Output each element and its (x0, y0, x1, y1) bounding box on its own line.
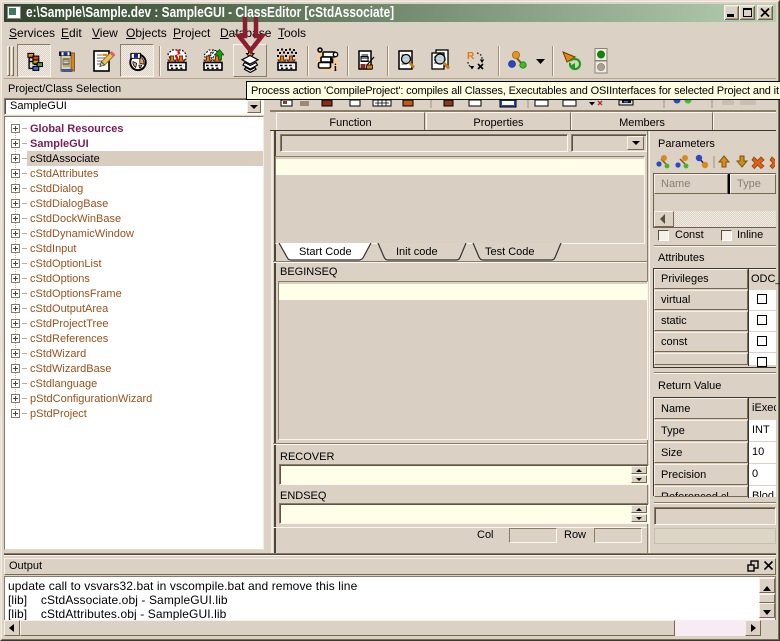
svg-text:i: i (334, 63, 337, 74)
svg-text:R: R (467, 51, 475, 62)
